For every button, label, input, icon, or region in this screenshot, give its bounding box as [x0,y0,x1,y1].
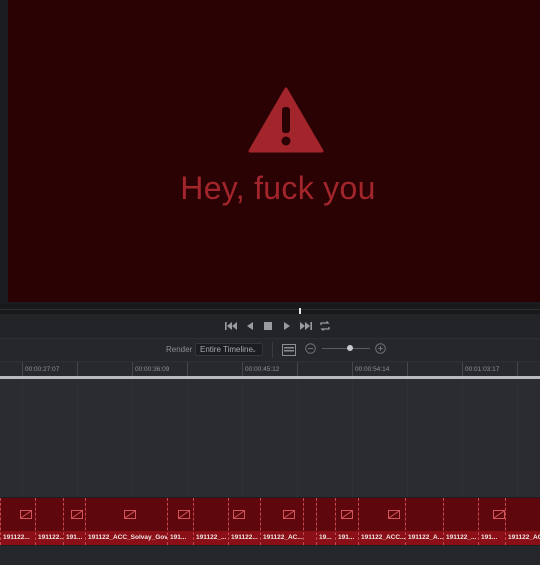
clip-label: 191... [168,531,193,545]
play-icon[interactable] [280,319,294,333]
clip-thumbnail [506,498,540,531]
clip-thumbnail [304,498,316,531]
timeline-clip[interactable]: 191122_ACC [505,498,540,545]
media-offline-icon [493,510,505,519]
timeline-clip[interactable]: 191122_ACC_Solvay_Gov... [85,498,167,545]
clip-label [304,531,316,545]
render-label: Render [166,345,193,354]
media-offline-icon [124,510,136,519]
clip-label: 191122_AC... [261,531,303,545]
clip-thumbnail [36,498,63,531]
grid-line [77,379,78,497]
media-offline-icon [283,510,295,519]
timeline-ruler[interactable]: 00:00:27:07 00:00:36:09 00:00:45:12 00:0… [0,362,540,376]
ruler-tick [352,362,353,376]
media-offline-icon [233,510,245,519]
ruler-tick [462,362,463,376]
clip-thumbnail [194,498,228,531]
clip-label: 191122... [36,531,63,545]
toolbar-divider [272,342,273,358]
zoom-slider-handle[interactable] [347,345,353,351]
grid-line [242,379,243,497]
media-offline-icon [341,510,353,519]
zoom-out-icon[interactable] [305,343,316,354]
timeline-clip[interactable]: 191122... [35,498,63,545]
render-range-value: Entire Timeline [200,345,253,354]
ruler-tick [517,362,518,376]
timeline-clip[interactable]: 191122... [228,498,260,545]
ruler-timecode: 00:00:54:14 [355,366,390,373]
timeline-clip[interactable]: 191... [63,498,85,545]
jump-to-start-icon[interactable] [224,319,238,333]
ruler-tick [242,362,243,376]
viewer-message: Hey, fuck you [180,170,376,206]
timeline-clip[interactable]: 191122... [0,498,35,545]
media-offline-icon [20,510,32,519]
timeline-clip[interactable]: 191122_A... [405,498,455,545]
timeline-clip[interactable]: 191... [335,498,358,545]
media-offline-icon [71,510,83,519]
grid-line [187,379,188,497]
ruler-tick [407,362,408,376]
clip-label: 191122... [1,531,35,545]
clip-thumbnail [261,498,303,531]
ruler-tick [77,362,78,376]
timeline-clip[interactable]: 191122_AC... [260,498,303,545]
ruler-tick [187,362,188,376]
timeline-clip[interactable]: 191122_... [443,498,478,545]
timeline-clip[interactable]: 191... [167,498,193,545]
render-range-dropdown[interactable]: Entire Timeline ⌄ [195,343,263,356]
zoom-slider-track[interactable] [322,348,370,349]
timeline-clip[interactable]: 191122_... [193,498,228,545]
grid-line [352,379,353,497]
chevron-down-icon: ⌄ [251,347,257,354]
clip-label: 19... [317,531,335,545]
clip-label: 191... [336,531,358,545]
audio-track-area[interactable] [0,546,540,565]
clip-thumbnail [406,498,443,531]
stop-icon[interactable] [261,319,275,333]
ruler-timecode: 00:00:36:09 [135,366,170,373]
ruler-tick [22,362,23,376]
ruler-timecode: 00:00:45:12 [245,366,280,373]
grid-line [22,379,23,497]
timeline-clip[interactable] [303,498,316,545]
timeline-clip[interactable]: 191122_ACC... [358,498,405,545]
ruler-timecode: 00:01:03:17 [465,366,500,373]
grid-line [517,379,518,497]
clip-label: 191122_... [194,531,228,545]
scrub-track-line [0,309,540,310]
media-offline-icon [178,510,190,519]
transport-controls [0,314,540,339]
timeline-clip[interactable]: 191... [478,498,505,545]
render-toolbar: Render Entire Timeline ⌄ [0,339,540,362]
media-offline-icon [388,510,400,519]
clip-label: 191122_A... [406,531,443,545]
video-viewer[interactable] [8,0,540,302]
grid-line [132,379,133,497]
zoom-in-icon[interactable] [375,343,386,354]
loop-icon[interactable] [318,319,332,333]
timeline-view-options-icon[interactable] [282,344,296,356]
jump-to-end-icon[interactable] [299,319,313,333]
clip-label: 191... [64,531,85,545]
play-reverse-icon[interactable] [243,319,257,333]
clip-label: 191122_ACC_Solvay_Gov... [86,531,167,545]
empty-track-area[interactable] [0,379,540,497]
clip-label: 191122... [229,531,260,545]
clip-label: 191122_ACC [506,531,540,545]
clip-thumbnail [444,498,478,531]
clip-thumbnail [317,498,335,531]
clip-label: 191122_... [444,531,478,545]
grid-line [462,379,463,497]
clip-label: 191122_ACC... [359,531,405,545]
grid-line [297,379,298,497]
warning-triangle-icon [248,87,324,153]
ruler-tick [297,362,298,376]
timeline-clip[interactable]: 19... [316,498,335,545]
ruler-timecode: 00:00:27:07 [25,366,60,373]
grid-line [407,379,408,497]
clip-label: 191... [479,531,505,545]
ruler-tick [132,362,133,376]
